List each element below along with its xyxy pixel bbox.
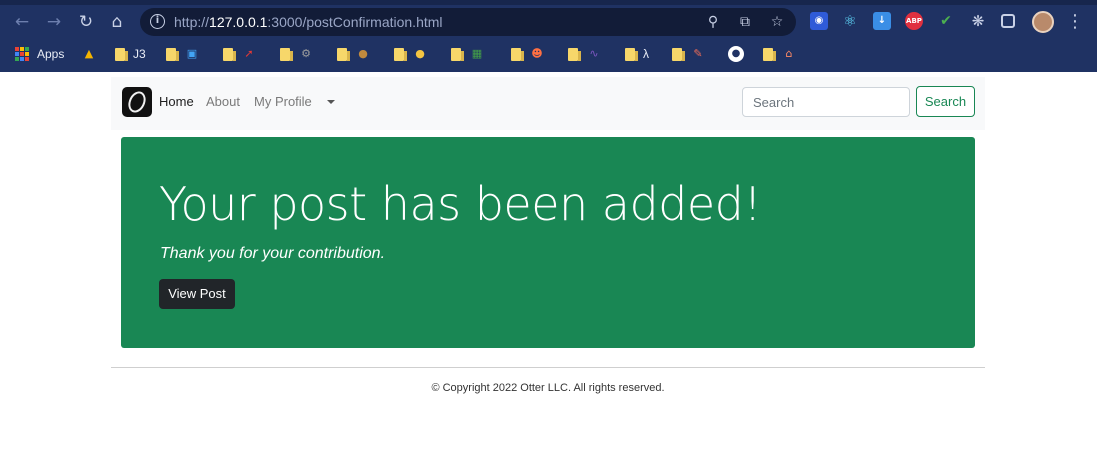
folder-icon: [394, 47, 407, 61]
bookmark-chart[interactable]: ∿: [568, 46, 601, 62]
url-prefix: http://: [174, 14, 210, 30]
folder-icon: [337, 47, 350, 61]
drive-icon: ▲: [84, 47, 94, 60]
folder-icon: [223, 47, 236, 61]
navbar: Home About My Profile Search: [111, 77, 985, 130]
apps-icon: [15, 47, 29, 61]
info-icon[interactable]: i: [150, 14, 165, 29]
share-icon[interactable]: ⧉: [736, 13, 754, 31]
gear-icon: ⚙: [301, 47, 311, 60]
tab-strip: [0, 0, 1097, 5]
bookmark-books[interactable]: ▦: [451, 46, 484, 62]
nav-link-about[interactable]: About: [206, 94, 240, 109]
arrow-icon: ➚: [244, 47, 254, 60]
bookmark-arrow[interactable]: ➚: [223, 46, 256, 62]
folder-icon: [672, 47, 685, 61]
bookmark-lambda-label: λ: [643, 47, 649, 61]
reload-icon[interactable]: ↻: [76, 12, 96, 32]
home-icon[interactable]: ⌂: [107, 12, 127, 32]
nav-link-home[interactable]: Home: [159, 94, 194, 109]
bookmark-apps[interactable]: Apps: [15, 46, 64, 62]
back-icon[interactable]: ←: [12, 12, 32, 32]
confirmation-banner: Your post has been added! Thank you for …: [121, 137, 975, 348]
folder-icon: [166, 47, 179, 61]
footer-copyright: © Copyright 2022 Otter LLC. All rights r…: [431, 382, 665, 394]
bookmark-money[interactable]: ●: [337, 46, 370, 62]
face-icon: ☻: [531, 47, 543, 60]
folder-icon: [568, 47, 581, 61]
bookmark-j3[interactable]: J3: [115, 46, 146, 62]
bookmark-settings[interactable]: ⚙: [280, 46, 313, 62]
folder-icon: [451, 47, 464, 61]
bookmark-monitor[interactable]: ▣: [166, 46, 199, 62]
star-icon[interactable]: ☆: [768, 13, 786, 31]
folder-icon: [280, 47, 293, 61]
bookmark-j3-label: J3: [133, 47, 146, 61]
folder-icon: [625, 47, 638, 61]
bookmark-muscle[interactable]: ●: [394, 46, 427, 62]
bookmark-github[interactable]: ●: [728, 46, 744, 62]
pencil-icon: ✎: [693, 47, 703, 60]
page-title: Your post has been added!: [159, 177, 762, 231]
sidepanel-icon[interactable]: [1001, 14, 1015, 28]
house-icon: ⌂: [785, 47, 793, 60]
chart-icon: ∿: [589, 47, 599, 60]
search-button[interactable]: Search: [916, 86, 975, 117]
zoom-icon[interactable]: ⚲: [704, 13, 722, 31]
bookmark-drive[interactable]: ▲: [82, 46, 96, 62]
github-icon: ●: [728, 46, 744, 62]
chevron-down-icon[interactable]: [327, 100, 335, 104]
adblock-extension-icon[interactable]: ABP: [905, 12, 923, 30]
url-rest: :3000/postConfirmation.html: [267, 14, 443, 30]
footer-divider: [111, 367, 985, 368]
bookmark-lambda[interactable]: λ: [625, 46, 649, 62]
download-extension-icon[interactable]: ↓: [873, 12, 891, 30]
bitwarden-extension-icon[interactable]: ◉: [810, 12, 828, 30]
moneybag-icon: ●: [358, 47, 368, 60]
search-input[interactable]: [742, 87, 910, 117]
monitor-icon: ▣: [186, 47, 198, 60]
address-bar[interactable]: i http://127.0.0.1:3000/postConfirmation…: [140, 8, 796, 36]
bookmark-face[interactable]: ☻: [511, 46, 544, 62]
url-host: 127.0.0.1: [209, 14, 268, 30]
folder-icon: [763, 47, 776, 61]
brand-logo[interactable]: [122, 87, 152, 117]
bookmark-home[interactable]: ⌂: [763, 46, 796, 62]
thank-you-text: Thank you for your contribution.: [160, 245, 386, 262]
forward-icon[interactable]: →: [44, 12, 64, 32]
avatar[interactable]: [1032, 11, 1054, 33]
books-icon: ▦: [471, 47, 483, 60]
otter-logo-icon: [125, 88, 149, 116]
bookmark-apps-label: Apps: [37, 47, 65, 61]
nav-link-my-profile[interactable]: My Profile: [254, 94, 312, 109]
browser-chrome: ← → ↻ ⌂ i http://127.0.0.1:3000/postConf…: [0, 0, 1097, 72]
bookmark-pencil[interactable]: ✎: [672, 46, 705, 62]
puzzle-icon[interactable]: ❋: [969, 12, 987, 30]
colorpicker-extension-icon[interactable]: ✔: [937, 12, 955, 30]
menu-icon[interactable]: ⋮: [1066, 11, 1084, 33]
bookmarks-bar: Apps ▲ J3 ▣ ➚ ⚙ ● ● ▦ ☻ ∿ λ ✎ ● ⌂: [0, 42, 1097, 66]
muscle-icon: ●: [415, 47, 425, 60]
react-devtools-extension-icon[interactable]: ⚛: [841, 12, 859, 30]
folder-icon: [115, 47, 128, 61]
view-post-button[interactable]: View Post: [159, 279, 235, 309]
url-text[interactable]: http://127.0.0.1:3000/postConfirmation.h…: [174, 14, 443, 30]
folder-icon: [511, 47, 524, 61]
